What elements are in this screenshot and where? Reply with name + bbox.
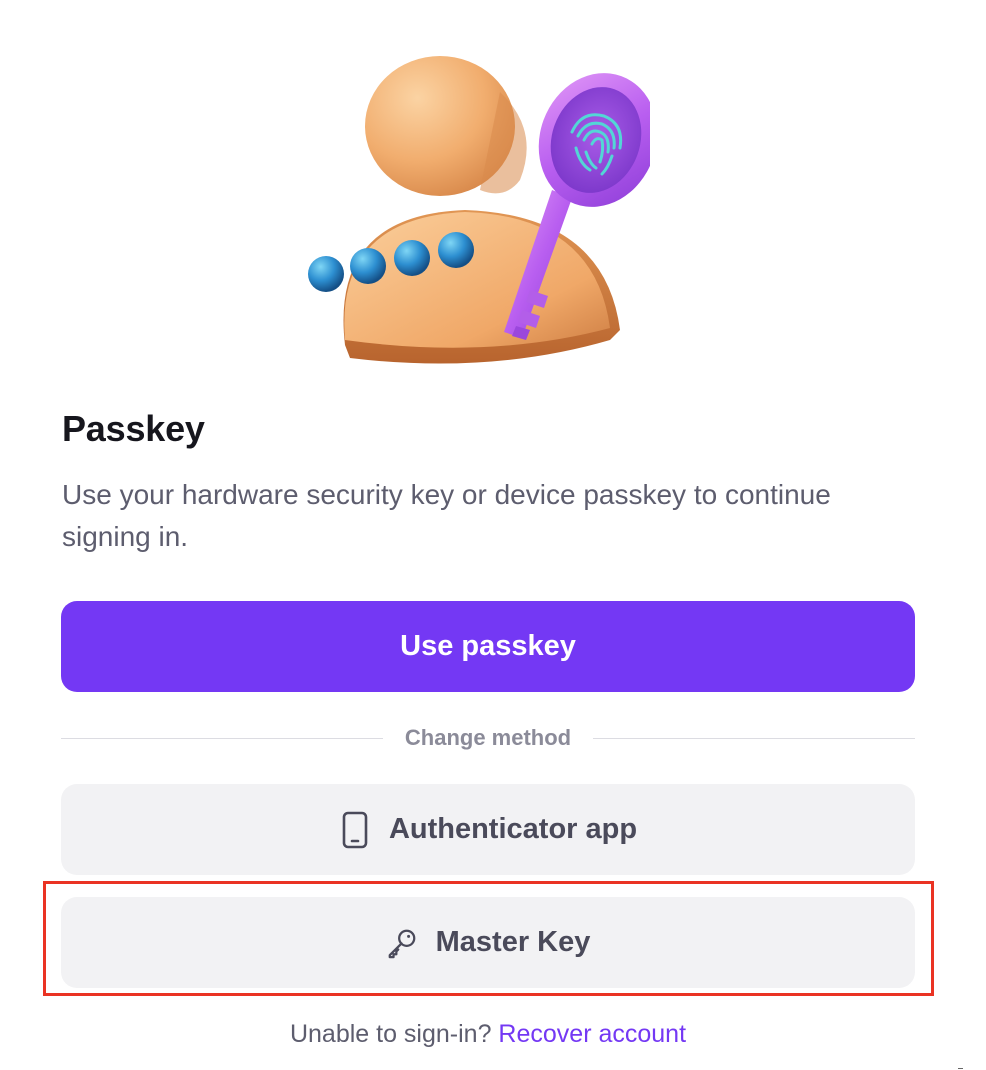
use-passkey-button[interactable]: Use passkey [61, 601, 915, 692]
unable-to-signin-text: Unable to sign-in? [289, 1020, 492, 1048]
page-description: Use your hardware security key or device… [62, 479, 831, 552]
change-method-label: Change method [404, 725, 572, 750]
recover-account-link[interactable]: Recover account [498, 1020, 686, 1048]
corner-mark [958, 1068, 963, 1069]
divider-line-left [61, 737, 383, 739]
divider-line-right [593, 737, 916, 739]
master-key-label: Master Key [435, 926, 591, 958]
passkey-illustration [308, 56, 650, 364]
master-key-button[interactable]: Master Key [61, 897, 915, 988]
page-title: Passkey [62, 408, 205, 449]
authenticator-app-label: Authenticator app [388, 813, 638, 845]
authenticator-app-button[interactable]: Authenticator app [61, 784, 915, 875]
avatar-head-shape [365, 56, 527, 196]
avatar-body-shape [343, 210, 620, 364]
passkey-signin-page: Passkey Use your hardware security key o… [0, 0, 986, 1070]
key-icon [386, 923, 418, 963]
change-method-divider: Change method [61, 718, 916, 758]
recover-account-footer: Unable to sign-in? Recover account [0, 1020, 976, 1049]
smartphone-icon [339, 810, 371, 850]
